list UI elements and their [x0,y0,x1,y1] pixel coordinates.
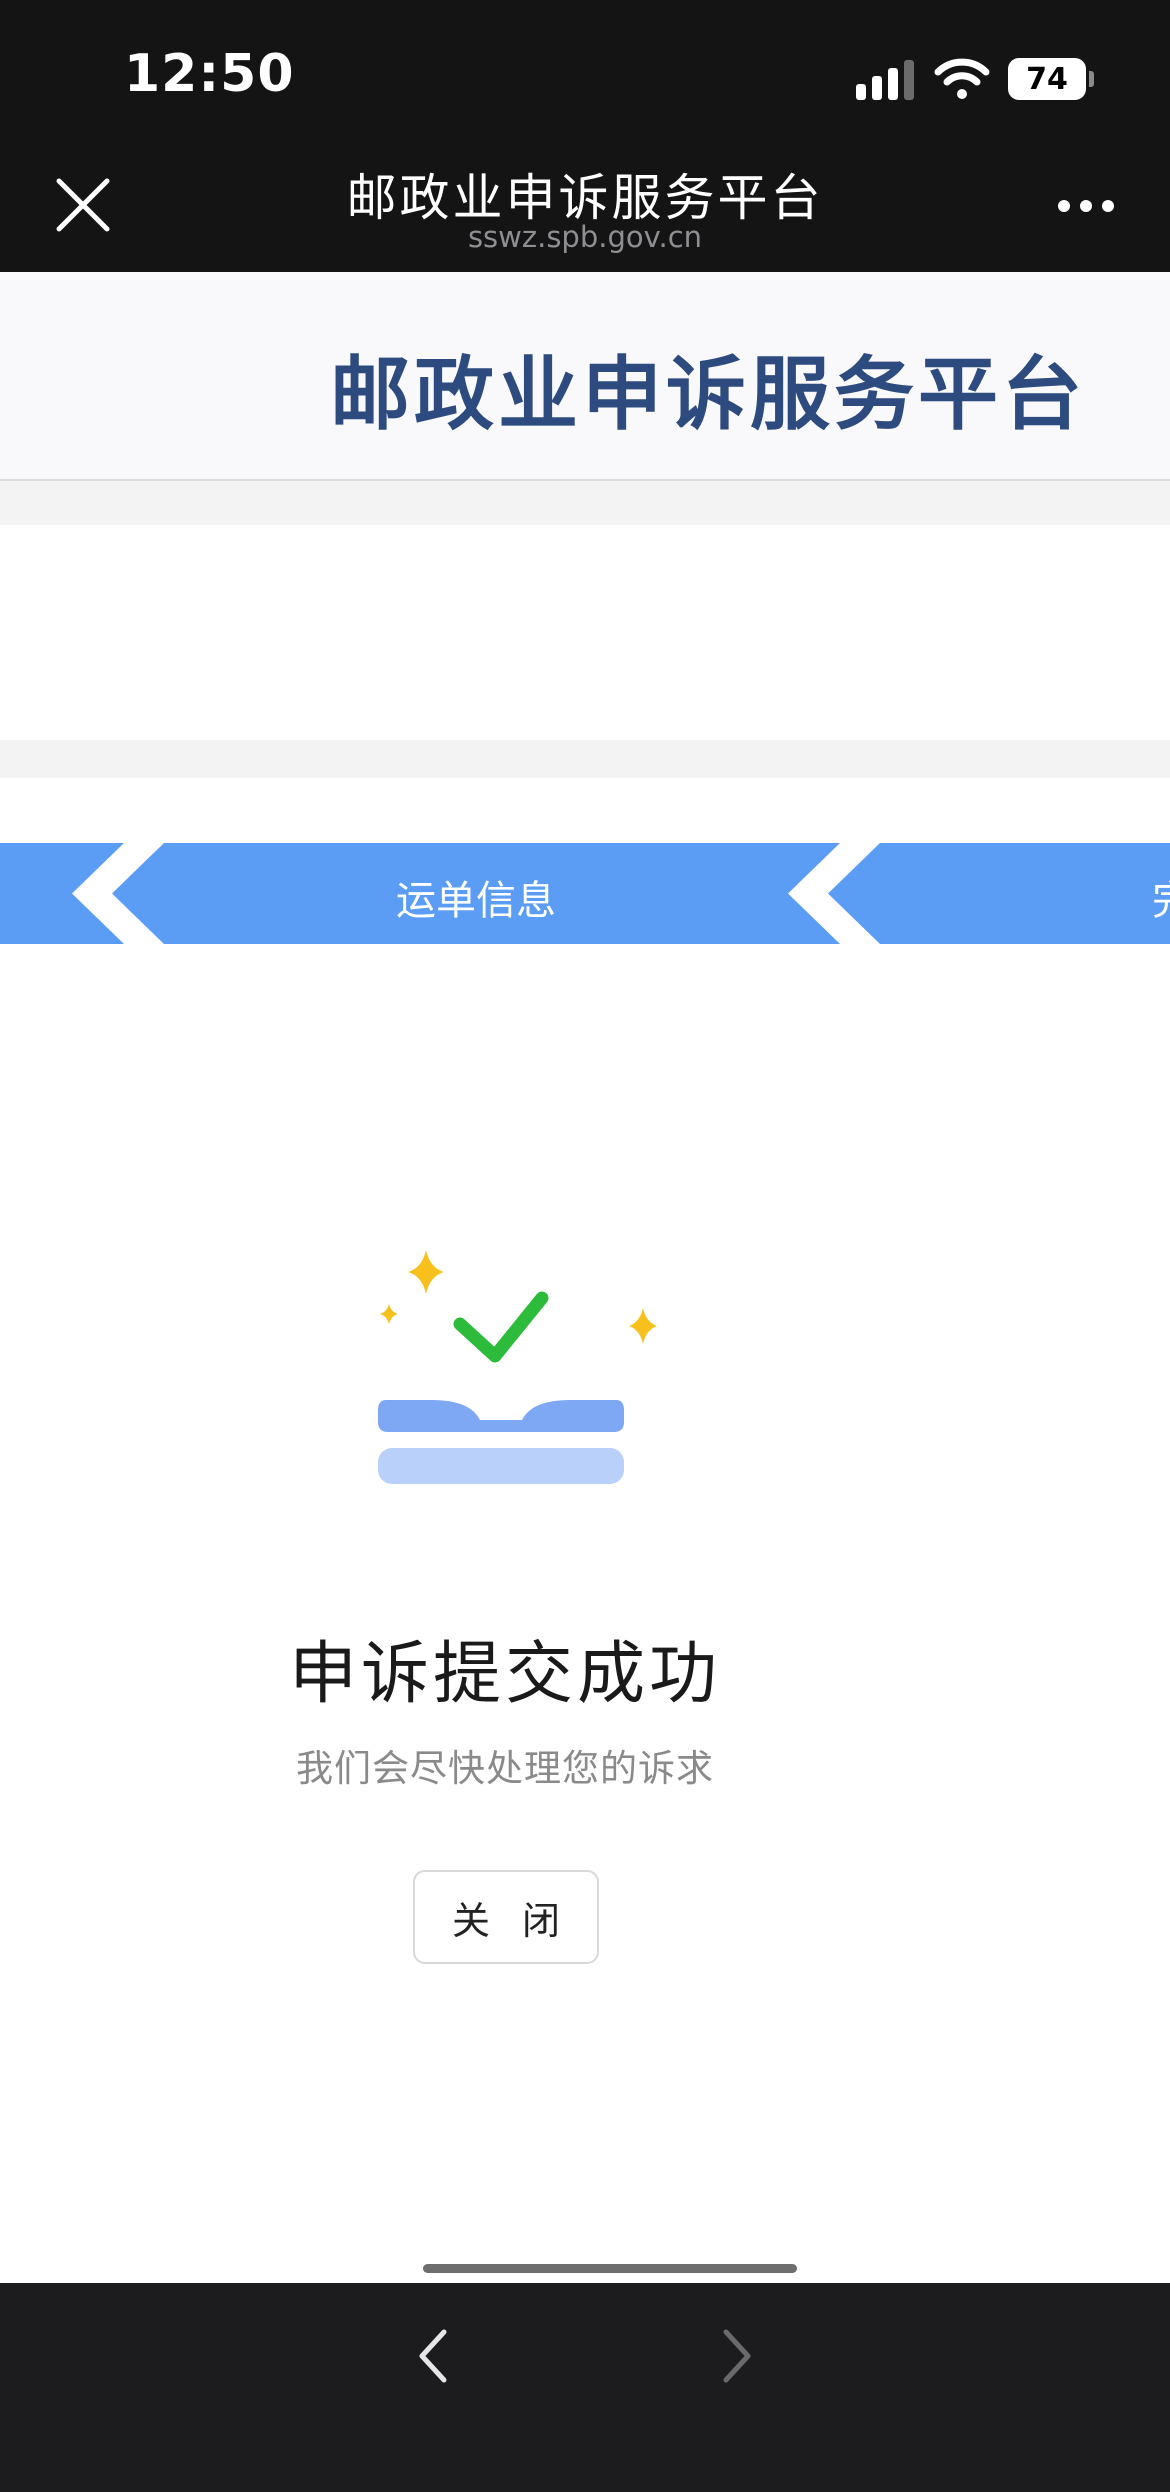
step-complete: 完 [1152,868,1170,926]
step-waybill-info: 运单信息 [396,878,556,924]
progress-steps: 运单信息 完 [0,843,1170,944]
browser-toolbar [0,2283,1170,2492]
success-title: 申诉提交成功 [288,1635,721,1714]
chevron-right-icon[interactable] [706,2326,766,2386]
cellular-signal-icon [856,60,914,100]
close-button[interactable]: 关 闭 [413,1870,599,1964]
success-subtitle: 我们会尽快处理您的诉求 [296,1747,714,1790]
home-indicator [423,2264,797,2273]
wifi-icon [934,58,990,99]
divider-band [0,481,1170,525]
more-dots-icon[interactable] [1056,196,1116,216]
divider-band [0,740,1170,778]
site-title: 邮政业申诉服务平台 [330,348,1086,441]
chevron-left-icon[interactable] [404,2326,464,2386]
battery-icon: 74 [1008,58,1086,100]
steps-background [0,843,1170,944]
status-time: 12:50 [124,44,295,104]
battery-cap [1089,71,1094,87]
success-check-illustration [378,1250,657,1484]
battery-level: 74 [1026,61,1068,97]
browser-url: sswz.spb.gov.cn [467,220,703,254]
